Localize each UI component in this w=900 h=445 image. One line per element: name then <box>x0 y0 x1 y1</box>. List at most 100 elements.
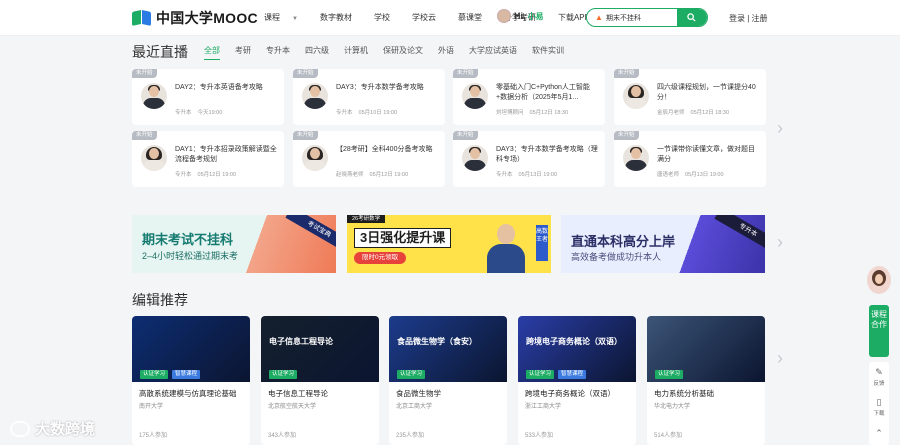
main-nav: 课程▼数字教材学校学校云慕课堂升学考研下载APP▼ <box>264 12 630 23</box>
banner-headline: 3日强化提升课 <box>354 228 452 248</box>
certified-chip: 认证学习 <box>397 370 426 379</box>
course-card[interactable]: 食品微生物学（食安） 认证学习 食品微生物学 北京工商大学 235人参加 <box>389 316 507 445</box>
search-icon <box>687 13 696 22</box>
course-name: 跨境电子商务概论（双语） <box>525 389 615 398</box>
live-title: DAY3：专升本数学备考攻略（理科专场） <box>496 146 598 163</box>
live-author: 唐语老师 <box>657 172 680 178</box>
live-status-badge: 未开始 <box>132 69 157 78</box>
live-status-badge: 未开始 <box>293 131 318 140</box>
download-button[interactable]: ▯ 下载 <box>869 397 889 417</box>
live-category-tab[interactable]: 考研 <box>235 45 251 60</box>
course-card[interactable]: 电子信息工程导论 认证学习 电子信息工程导论 北京航空航天大学 343人参加 <box>261 316 379 445</box>
course-school: 南开大学 <box>139 404 164 410</box>
course-card[interactable]: 认证学习 智慧课程高散系统建模与仿真理论基础 南开大学 175人参加 <box>132 316 250 445</box>
live-next-arrow-icon[interactable]: › <box>777 118 783 139</box>
live-card[interactable]: 未开始 DAY3：专升本数学备考攻略（理科专场） 专升本 05月13日 19:00 <box>453 131 605 187</box>
recommend-next-arrow-icon[interactable]: › <box>777 348 783 369</box>
live-time: 今天19:00 <box>197 110 223 116</box>
live-category-tab[interactable]: 软件实训 <box>532 45 564 60</box>
teacher-photo <box>487 222 525 273</box>
course-cover-image: 电子信息工程导论 认证学习 <box>261 316 379 382</box>
live-author: 专升本 <box>175 172 192 178</box>
user-avatar <box>497 9 511 23</box>
nav-item-label: 课程 <box>264 13 280 22</box>
course-enroll-count: 175人参加 <box>139 433 168 439</box>
live-time: 05月13日 19:00 <box>685 172 724 178</box>
live-author: 专升本 <box>336 110 353 116</box>
live-title: 【28考研】全科400分备考攻略 <box>336 146 433 153</box>
live-card[interactable]: 未开始 DAY1：专升本招录政策解读暨全流程备考规划 专升本 05月12日 19:00 <box>132 131 284 187</box>
banner-math-course[interactable]: 26考研数学 3日强化提升课 限时0元领取 高数王者 <box>347 215 551 273</box>
nav-item[interactable]: 慕课堂 <box>458 12 493 23</box>
live-category-tab[interactable]: 外语 <box>438 45 454 60</box>
user-greeting[interactable]: Hi, 小易 <box>497 9 544 23</box>
live-card[interactable]: 未开始 四六级课程规划，一节课提分40分！ 金辰月老师 05月12日 18:30 <box>614 69 766 125</box>
course-name: 电力系统分析基础 <box>654 389 714 398</box>
download-label: 下载 <box>873 411 885 417</box>
nav-item-label: 数字教材 <box>319 13 352 22</box>
back-to-top-button[interactable]: ⌃ <box>869 428 889 440</box>
nav-item-label: 慕课堂 <box>457 13 482 22</box>
banner-headline: 期末考试不挂科 <box>142 232 234 247</box>
live-time: 05月12日 18:30 <box>529 110 569 116</box>
search-button[interactable] <box>677 9 707 26</box>
live-card[interactable]: 未开始 一节课带你读懂文章，做对题目满分 唐语老师 05月13日 19:00 <box>614 131 766 187</box>
chevron-up-icon: ⌃ <box>875 428 883 438</box>
live-card[interactable]: 未开始【28考研】全科400分备考攻略 赵晓燕老师 05月12日 19:00 <box>293 131 445 187</box>
course-cover-title: 食品微生物学（食安） <box>397 337 477 346</box>
course-name: 高散系统建模与仿真理论基础 <box>139 389 237 398</box>
teacher-avatar <box>302 145 328 171</box>
search-input[interactable] <box>606 11 676 25</box>
live-card[interactable]: 未开始 DAY2：专升本英语备考攻略 专升本 今天19:00 <box>132 69 284 125</box>
course-name: 食品微生物学 <box>396 389 441 398</box>
live-card[interactable]: 未开始 DAY3：专升本数学备考攻略 专升本 05月10日 19:00 <box>293 69 445 125</box>
course-cover-image: 认证学习 智慧课程 <box>132 316 250 382</box>
chevron-down-icon: ▼ <box>292 16 298 22</box>
live-time: 05月12日 19:00 <box>197 172 237 178</box>
live-author: 刘坦博顾问 <box>496 110 524 116</box>
smart-course-chip: 智慧课程 <box>172 370 201 379</box>
live-card[interactable]: 未开始零基础入门C+Python人工智能+数据分析（2025年5月1... 刘坦博… <box>453 69 605 125</box>
live-category-tab[interactable]: 保研及论文 <box>383 45 423 60</box>
live-category-tab[interactable]: 大学应试英语 <box>469 45 517 60</box>
live-status-badge: 未开始 <box>453 131 478 140</box>
course-cover-title: 跨境电子商务概论（双语） <box>526 337 622 346</box>
live-title: 四六级课程规划，一节课提分40分！ <box>657 84 756 101</box>
live-title: 零基础入门C+Python人工智能+数据分析（2025年5月1... <box>496 84 590 101</box>
watermark-text: 大数跨境 <box>35 421 96 438</box>
assistant-avatar[interactable] <box>867 266 891 294</box>
course-card[interactable]: 跨境电子商务概论（双语） 认证学习 智慧课程 跨境电子商务概论（双语） 浙江工商大学 53… <box>518 316 636 445</box>
site-logo[interactable]: 中国大学MOOC <box>132 8 258 28</box>
live-category-tab[interactable]: 专升本 <box>266 45 290 60</box>
banner-next-arrow-icon[interactable]: › <box>777 232 783 253</box>
banner-side-tag: 高数王者 <box>536 225 548 261</box>
live-category-tab[interactable]: 计算机 <box>344 45 368 60</box>
course-cooperation-button[interactable]: 课程合作 <box>869 305 889 357</box>
login-register-link[interactable]: 登录 | 注册 <box>729 13 768 24</box>
nav-item[interactable]: 课程 ▼ <box>264 12 309 23</box>
float-toolbar: ✎ 反馈 ▯ 下载 ⌃ <box>869 362 889 445</box>
banner-upgrade-degree[interactable]: 直通本科高分上岸 高效备考做成功升本人 专升本 <box>561 215 765 273</box>
banner-final-exam[interactable]: 期末考试不挂科 2–4小时轻松通过期末考 考试宝典 <box>132 215 336 273</box>
live-time: 05月12日 19:00 <box>369 172 409 178</box>
live-category-tab[interactable]: 全部 <box>204 45 220 60</box>
course-enroll-count: 235人参加 <box>396 433 425 439</box>
course-school: 华北电力大学 <box>654 404 691 410</box>
teacher-avatar <box>623 83 649 109</box>
nav-item[interactable]: 学校云 <box>412 12 447 23</box>
live-author: 专升本 <box>496 172 513 178</box>
live-author: 金辰月老师 <box>657 110 685 116</box>
logo-book-icon <box>132 10 152 26</box>
course-card[interactable]: 认证学习 电力系统分析基础 华北电力大学 514人参加 <box>647 316 765 445</box>
live-category-tab[interactable]: 四六级 <box>305 45 329 60</box>
feedback-button[interactable]: ✎ 反馈 <box>869 367 889 387</box>
top-header: 中国大学MOOC 课程▼数字教材学校学校云慕课堂升学考研下载APP▼ Hi, 小… <box>0 0 900 36</box>
nav-item[interactable]: 数字教材 <box>320 12 363 23</box>
certified-chip: 认证学习 <box>526 370 555 379</box>
live-meta: 唐语老师 05月13日 19:00 <box>657 170 724 178</box>
course-cover-image: 跨境电子商务概论（双语） 认证学习 智慧课程 <box>518 316 636 382</box>
live-author: 赵晓燕老师 <box>336 172 364 178</box>
nav-item[interactable]: 学校 <box>374 12 401 23</box>
live-meta: 专升本 今天19:00 <box>175 108 222 116</box>
live-status-badge: 未开始 <box>453 69 478 78</box>
